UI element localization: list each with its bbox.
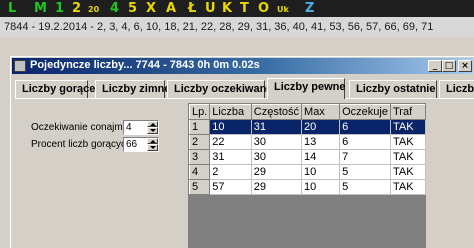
hot-percent-spinner[interactable]: 66	[123, 137, 159, 152]
cell-frequency[interactable]: 31	[251, 119, 303, 135]
top-toolbar: L M 1 2 20 4 5 X A Ł U K T O Uk Z	[0, 0, 474, 17]
toolbar-icon-7[interactable]: X	[146, 0, 156, 17]
expectation-spinner[interactable]: 4	[123, 120, 159, 135]
tab-numbers[interactable]: Liczby	[439, 80, 474, 98]
tab-cold-numbers[interactable]: Liczby zimne	[95, 80, 170, 98]
toolbar-icon-10[interactable]: U	[205, 0, 216, 17]
cell-expects[interactable]: 6	[339, 119, 391, 135]
cell-number[interactable]: 31	[209, 149, 252, 165]
hot-percent-value[interactable]: 66	[126, 138, 137, 151]
tab-hot-numbers[interactable]: Liczby gorące	[15, 80, 95, 98]
tab-last-numbers[interactable]: Liczby ostatnie	[349, 80, 437, 98]
cell-hit[interactable]: TAK	[390, 164, 427, 180]
toolbar-icon-8[interactable]: A	[166, 0, 176, 17]
cell-max[interactable]: 10	[301, 164, 341, 180]
results-grid[interactable]: Lp. Liczba Częstość Max Oczekuje Traf 11…	[188, 103, 427, 248]
cell-row-number[interactable]: 5	[188, 179, 211, 195]
toolbar-icon-9[interactable]: Ł	[188, 0, 196, 17]
close-button[interactable]: ×	[458, 60, 472, 72]
toolbar-icon-2[interactable]: 1	[55, 0, 64, 17]
tab-strip: Liczby gorące Liczby zimne Liczby oczeki…	[15, 78, 474, 99]
app-icon	[14, 60, 26, 72]
cell-number[interactable]: 22	[209, 134, 252, 150]
cell-number[interactable]: 10	[209, 119, 252, 135]
minimize-button[interactable]: _	[428, 60, 442, 72]
cell-hit[interactable]: TAK	[390, 134, 427, 150]
toolbar-icon-1[interactable]: M	[34, 0, 47, 17]
expectation-value[interactable]: 4	[126, 121, 132, 134]
cell-max[interactable]: 20	[301, 119, 341, 135]
grid-header-row: Lp. Liczba Częstość Max Oczekuje Traf	[188, 104, 427, 120]
single-numbers-window: Pojedyncze liczby... 7744 - 7843 0h 0m 0…	[10, 56, 474, 248]
cell-expects[interactable]: 6	[339, 134, 391, 150]
table-row[interactable]: 1 10 31 20 6 TAK	[188, 119, 427, 135]
cell-hit[interactable]: TAK	[390, 179, 427, 195]
toolbar-icon-0[interactable]: L	[8, 0, 16, 17]
cell-number[interactable]: 57	[209, 179, 252, 195]
col-header-lp[interactable]: Lp.	[188, 104, 211, 120]
cell-frequency[interactable]: 30	[251, 149, 303, 165]
col-header-max[interactable]: Max	[301, 104, 341, 120]
cell-frequency[interactable]: 29	[251, 179, 303, 195]
title-bar[interactable]: Pojedyncze liczby... 7744 - 7843 0h 0m 0…	[12, 58, 473, 74]
cell-row-number[interactable]: 2	[188, 134, 211, 150]
toolbar-icon-12[interactable]: T	[240, 0, 249, 17]
cell-max[interactable]: 13	[301, 134, 341, 150]
maximize-button[interactable]: □	[442, 60, 456, 72]
col-header-frequency[interactable]: Częstość	[250, 104, 303, 120]
cell-expects[interactable]: 7	[339, 149, 391, 165]
cell-frequency[interactable]: 30	[251, 134, 303, 150]
table-row[interactable]: 4 2 29 10 5 TAK	[188, 164, 427, 180]
tab-panel-divider	[15, 98, 474, 99]
hot-percent-label: Procent liczb gorących:	[31, 139, 135, 150]
spin-down-icon[interactable]	[147, 127, 158, 134]
col-header-hit[interactable]: Traf	[389, 104, 427, 120]
toolbar-icon-11[interactable]: K	[222, 0, 232, 17]
window-title: Pojedyncze liczby... 7744 - 7843 0h 0m 0…	[30, 59, 260, 71]
cell-hit[interactable]: TAK	[390, 119, 427, 135]
cell-frequency[interactable]: 29	[251, 164, 303, 180]
cell-max[interactable]: 14	[301, 149, 341, 165]
table-row[interactable]: 2 22 30 13 6 TAK	[188, 134, 427, 150]
cell-expects[interactable]: 5	[339, 164, 391, 180]
toolbar-icon-6[interactable]: 5	[128, 0, 137, 17]
toolbar-icon-14[interactable]: Uk	[277, 1, 289, 18]
toolbar-icon-15[interactable]: Z	[305, 0, 314, 17]
toolbar-icon-3[interactable]: 2	[72, 0, 81, 17]
tab-sure-numbers[interactable]: Liczby pewne	[267, 78, 346, 99]
spin-down-icon[interactable]	[147, 144, 158, 151]
cell-row-number[interactable]: 4	[188, 164, 211, 180]
col-header-number[interactable]: Liczba	[209, 104, 252, 120]
toolbar-icon-4[interactable]: 20	[88, 1, 99, 18]
cell-number[interactable]: 2	[209, 164, 252, 180]
tab-expected-numbers[interactable]: Liczby oczekiwane	[167, 80, 272, 98]
toolbar-icon-5[interactable]: 4	[110, 0, 119, 17]
cell-row-number[interactable]: 1	[188, 119, 211, 135]
cell-expects[interactable]: 5	[339, 179, 391, 195]
cell-row-number[interactable]: 3	[188, 149, 211, 165]
table-row[interactable]: 3 31 30 14 7 TAK	[188, 149, 427, 165]
cell-hit[interactable]: TAK	[390, 149, 427, 165]
draw-results-line: 7844 - 19.2.2014 - 2, 3, 4, 6, 10, 18, 2…	[0, 17, 474, 37]
toolbar-icon-13[interactable]: O	[258, 0, 269, 17]
col-header-expects[interactable]: Oczekuje	[339, 104, 391, 120]
cell-max[interactable]: 10	[301, 179, 341, 195]
table-row[interactable]: 5 57 29 10 5 TAK	[188, 179, 427, 195]
